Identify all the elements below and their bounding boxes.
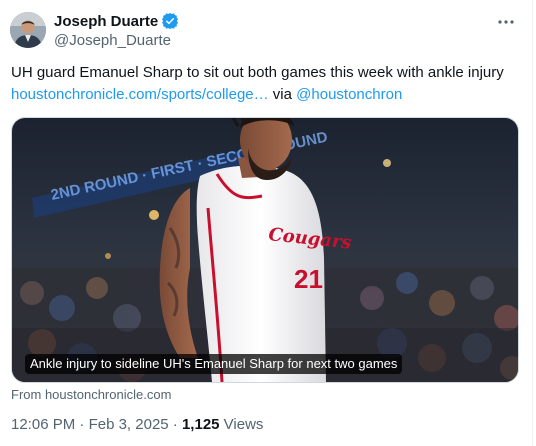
author-info: Joseph Duarte @Joseph_Duarte bbox=[54, 11, 179, 49]
card-source[interactable]: From houstonchronicle.com bbox=[11, 387, 171, 402]
tweet: Joseph Duarte @Joseph_Duarte UH guard Em… bbox=[0, 0, 533, 446]
meta-separator-2: · bbox=[168, 416, 182, 433]
more-horizontal-icon[interactable] bbox=[494, 12, 518, 32]
tweet-text-body: UH guard Emanuel Sharp to sit out both g… bbox=[11, 64, 504, 81]
card-image: 2ND ROUND · FIRST · SECOND ROUND Cougars… bbox=[12, 118, 518, 382]
meta-separator: · bbox=[75, 416, 89, 433]
author-handle[interactable]: @Joseph_Duarte bbox=[54, 32, 178, 49]
tweet-time[interactable]: 12:06 PM bbox=[11, 416, 75, 433]
verified-badge-icon[interactable] bbox=[162, 13, 179, 29]
mention-link[interactable]: @houstonchron bbox=[296, 86, 402, 103]
link-card[interactable]: 2ND ROUND · FIRST · SECOND ROUND Cougars… bbox=[11, 117, 519, 383]
tweet-meta: 12:06 PM · Feb 3, 2025 · 1,125 Views bbox=[11, 416, 263, 433]
tweet-date[interactable]: Feb 3, 2025 bbox=[89, 416, 169, 433]
card-caption: Ankle injury to sideline UH's Emanuel Sh… bbox=[25, 354, 403, 374]
article-link[interactable]: houstonchronicle.com/sports/college… bbox=[11, 86, 269, 103]
jersey-number: 21 bbox=[294, 264, 323, 294]
avatar[interactable] bbox=[10, 12, 46, 48]
tweet-text: UH guard Emanuel Sharp to sit out both g… bbox=[11, 62, 519, 106]
avatar-image bbox=[10, 12, 46, 48]
tweet-text-via: via bbox=[268, 86, 297, 103]
author-name[interactable]: Joseph Duarte bbox=[54, 13, 158, 30]
author-name-row: Joseph Duarte bbox=[54, 11, 179, 31]
views-count[interactable]: 1,125 bbox=[182, 416, 220, 433]
views-label: Views bbox=[219, 416, 264, 433]
